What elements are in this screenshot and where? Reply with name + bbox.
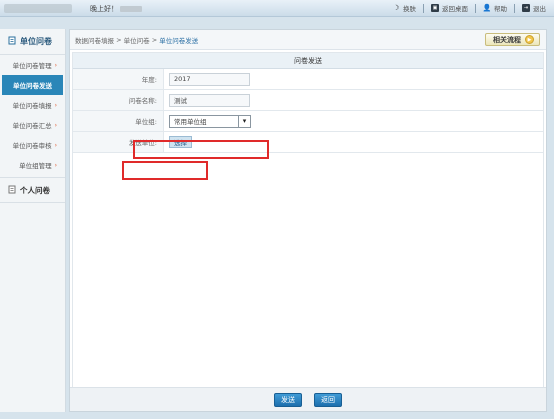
sidebar-item-label: 单位问卷发送	[13, 82, 52, 90]
skin-link[interactable]: ☽ 换肤	[392, 3, 416, 13]
desktop-link[interactable]: ▣ 返回桌面	[431, 3, 468, 13]
help-link[interactable]: 👤 帮助	[483, 3, 507, 13]
document-icon	[8, 36, 17, 47]
sidebar-group-label: 个人问卷	[20, 185, 50, 195]
sidebar-title[interactable]: 单位问卷	[0, 29, 65, 55]
sidebar-item-label: 单位问卷汇总	[12, 122, 52, 130]
help-label: 帮助	[494, 5, 507, 13]
chevron-right-icon: ›	[54, 161, 57, 169]
sidebar-title-label: 单位问卷	[20, 37, 52, 46]
sidebar: 单位问卷 单位问卷管理 › 单位问卷发送 单位问卷填报 › 单位问卷汇总 › 单位问卷…	[0, 29, 66, 412]
username-redacted	[120, 6, 142, 12]
main-panel: 数据问卷填报 > 单位问卷 > 单位问卷发送 相关流程 ▶ 问卷发送 年度: 2…	[69, 29, 547, 412]
send-button[interactable]: 发送	[274, 392, 302, 407]
unit-group-select[interactable]: 常用单位组 ▾	[169, 114, 251, 128]
greeting: 晚上好！	[90, 4, 142, 14]
sidebar-item-summary[interactable]: 单位问卷汇总 ›	[0, 115, 65, 135]
person-icon: 👤	[482, 4, 492, 12]
desktop-icon: ▣	[431, 4, 439, 12]
sidebar-item-label: 单位问卷管理	[12, 62, 52, 70]
exit-label: 退出	[533, 5, 546, 13]
desktop-label: 返回桌面	[442, 5, 468, 13]
breadcrumb-separator: >	[116, 35, 122, 44]
breadcrumb-item[interactable]: 单位问卷	[124, 35, 150, 45]
divider	[475, 3, 476, 13]
chevron-down-icon[interactable]: ▾	[238, 115, 250, 127]
sidebar-item-label: 单位问卷审核	[12, 142, 52, 150]
sidebar-item-review[interactable]: 单位问卷审核 ›	[0, 135, 65, 155]
year-row: 年度: 2017	[73, 69, 543, 90]
year-label: 年度:	[73, 69, 164, 89]
chevron-right-icon: ›	[54, 101, 57, 109]
back-button[interactable]: 返回	[314, 392, 342, 407]
exit-link[interactable]: ⇥ 退出	[522, 3, 546, 13]
play-icon: ▶	[525, 35, 534, 44]
exit-icon: ⇥	[522, 4, 530, 12]
top-bar: 晚上好！ ☽ 换肤 ▣ 返回桌面 👤 帮助 ⇥ 退出	[0, 0, 554, 17]
breadcrumb-item[interactable]: 数据问卷填报	[75, 35, 114, 45]
name-field[interactable]: 测试	[169, 93, 250, 107]
skin-label: 换肤	[403, 5, 416, 13]
chevron-right-icon: ›	[54, 141, 57, 149]
year-field[interactable]: 2017	[169, 72, 250, 86]
related-flow-label: 相关流程	[493, 35, 521, 44]
divider	[514, 3, 515, 13]
sidebar-item-label: 单位问卷填报	[12, 102, 52, 110]
breadcrumb: 数据问卷填报 > 单位问卷 > 单位问卷发送 相关流程 ▶	[70, 30, 546, 50]
sidebar-item-fill[interactable]: 单位问卷填报 ›	[0, 95, 65, 115]
footer-bar: 发送 返回	[70, 387, 546, 411]
sidebar-item-label: 单位组管理	[19, 162, 52, 170]
name-label: 问卷名称:	[73, 90, 164, 110]
chevron-right-icon: ›	[54, 121, 57, 129]
sidebar-item-send[interactable]: 单位问卷发送	[2, 75, 63, 95]
chevron-right-icon: ›	[54, 61, 57, 69]
unit-group-selected: 常用单位组	[174, 118, 207, 126]
breadcrumb-separator: >	[151, 35, 158, 44]
sidebar-group-personal[interactable]: 个人问卷	[0, 177, 65, 203]
form-title: 问卷发送	[73, 53, 543, 69]
sidebar-item-manage[interactable]: 单位问卷管理 ›	[0, 55, 65, 75]
name-row: 问卷名称: 测试	[73, 90, 543, 111]
send-unit-label: 发送单位:	[73, 132, 164, 152]
moon-icon: ☽	[392, 4, 400, 12]
sidebar-item-group-manage[interactable]: 单位组管理 ›	[0, 155, 65, 175]
highlight-box-send	[122, 161, 208, 180]
group-row: 单位组: 常用单位组 ▾	[73, 111, 543, 132]
send-unit-row: 发送单位: 选择	[73, 132, 543, 153]
logo	[4, 4, 72, 13]
form-area: 问卷发送 年度: 2017 问卷名称: 测试 单位组: 常用单位组 ▾ 发送单位…	[72, 52, 544, 389]
document-icon	[8, 185, 17, 196]
greeting-text: 晚上好！	[90, 5, 118, 13]
top-links: ☽ 换肤 ▣ 返回桌面 👤 帮助 ⇥ 退出	[392, 3, 546, 13]
choose-button[interactable]: 选择	[169, 136, 192, 148]
breadcrumb-current: 单位问卷发送	[159, 36, 199, 45]
related-flow-button[interactable]: 相关流程 ▶	[485, 33, 540, 46]
group-label: 单位组:	[73, 111, 164, 131]
divider	[423, 3, 424, 13]
